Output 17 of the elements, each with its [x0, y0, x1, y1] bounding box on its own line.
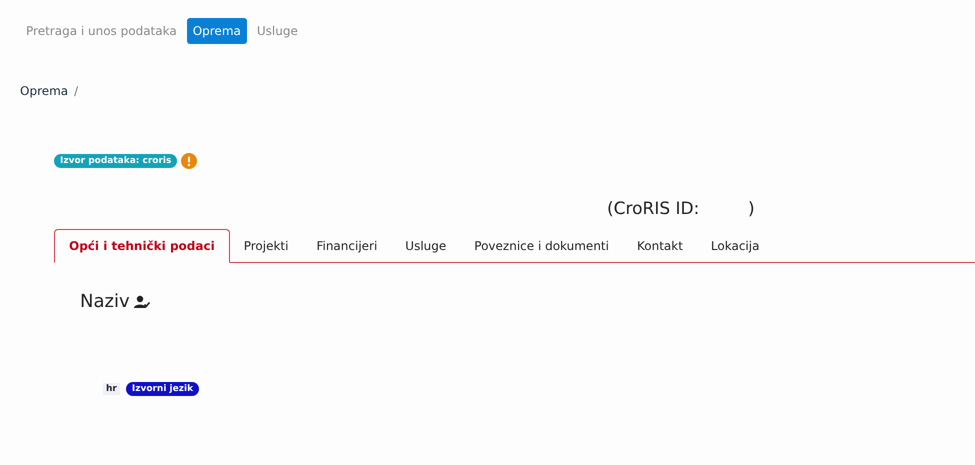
- tab[interactable]: Kontakt: [622, 230, 697, 263]
- warning-icon: [181, 153, 198, 169]
- croris-id: (CroRIS ID: ): [607, 199, 755, 219]
- tab[interactable]: Financijeri: [302, 230, 392, 263]
- source-badge: Izvor podataka: croris: [54, 154, 178, 168]
- field-label: Naziv: [80, 291, 130, 312]
- breadcrumb-separator: /: [74, 84, 78, 98]
- tab[interactable]: Poveznice i dokumenti: [460, 230, 623, 263]
- language-code: hr: [103, 383, 120, 395]
- tab[interactable]: Usluge: [391, 230, 460, 263]
- tab[interactable]: Projekti: [230, 230, 302, 263]
- user-check-icon: [134, 294, 150, 308]
- language-badge: Izvorni jezik: [126, 382, 200, 396]
- tab[interactable]: Opći i tehnički podaci: [54, 229, 230, 263]
- breadcrumb-link[interactable]: Oprema: [20, 84, 68, 98]
- nav-tab[interactable]: Oprema: [186, 18, 247, 44]
- tab[interactable]: Lokacija: [696, 230, 774, 263]
